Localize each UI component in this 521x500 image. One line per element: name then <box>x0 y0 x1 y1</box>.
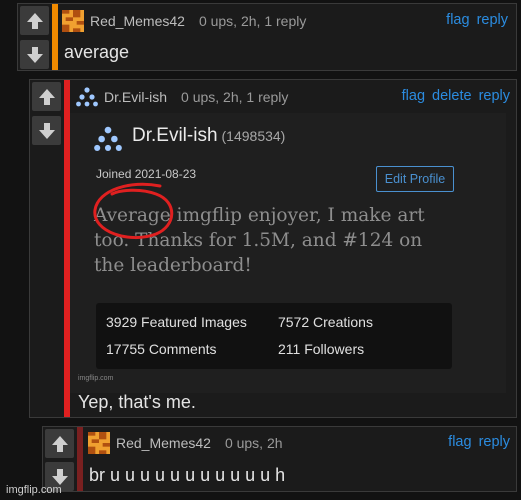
comment-actions: flag reply <box>446 12 508 28</box>
pixel-avatar-icon[interactable] <box>62 10 84 32</box>
comment-meta: 0 ups, 2h <box>224 435 283 451</box>
comment-header: Red_Memes42 0 ups, 2h, 1 reply <box>62 10 306 32</box>
edit-profile-button: Edit Profile <box>376 166 454 192</box>
downvote-button[interactable] <box>32 116 61 145</box>
comment-header: Dr.Evil-ish 0 ups, 2h, 1 reply <box>76 86 288 108</box>
comment-body: br u u u u u u u u u u u h <box>89 465 286 485</box>
profile-name: Dr.Evil-ish (1498534) <box>132 125 285 147</box>
profile-watermark: imgflip.com <box>78 375 114 382</box>
username-link[interactable]: Dr.Evil-ish <box>104 89 167 105</box>
arrow-up-icon <box>38 88 55 105</box>
upvote-button[interactable] <box>32 82 61 111</box>
comment-accent-bar <box>77 427 83 491</box>
comment-body: Yep, that's me. <box>78 392 196 412</box>
upvote-button[interactable] <box>20 6 49 35</box>
comment-actions: flag delete reply <box>402 88 510 104</box>
stat-creations: 7572 Creations <box>278 314 373 330</box>
profile-joined-date: Joined 2021-08-23 <box>96 167 197 181</box>
site-watermark: imgflip.com <box>6 484 62 496</box>
arrow-up-icon <box>26 12 43 29</box>
comment-header: Red_Memes42 0 ups, 2h <box>88 432 283 454</box>
comment-actions: flag reply <box>448 434 510 450</box>
vote-column <box>43 427 77 491</box>
delete-link[interactable]: delete <box>432 88 472 104</box>
triangle-logo-icon[interactable] <box>76 86 98 108</box>
arrow-down-icon <box>26 46 43 63</box>
flag-link[interactable]: flag <box>402 88 425 104</box>
flag-link[interactable]: flag <box>448 434 471 450</box>
profile-username: Dr.Evil-ish <box>132 125 218 146</box>
comment-meta: 0 ups, 2h, 1 reply <box>181 89 289 105</box>
reply-link[interactable]: reply <box>479 434 510 450</box>
comment-1: Red_Memes42 0 ups, 2h, 1 reply flag repl… <box>17 3 517 71</box>
arrow-up-icon <box>51 435 68 452</box>
comment-meta: 0 ups, 2h, 1 reply <box>198 13 307 29</box>
upvote-button[interactable] <box>45 429 74 458</box>
arrow-down-icon <box>38 122 55 139</box>
username-link[interactable]: Red_Memes42 <box>116 435 211 451</box>
profile-bio: Average imgflip enjoyer, I make art too.… <box>94 205 425 276</box>
pixel-avatar-icon[interactable] <box>88 432 110 454</box>
downvote-button[interactable] <box>20 40 49 69</box>
stat-featured-images: 3929 Featured Images <box>106 314 247 330</box>
triangle-logo-icon <box>94 126 122 151</box>
profile-id: (1498534) <box>221 128 286 144</box>
vote-column <box>30 80 64 417</box>
flag-link[interactable]: flag <box>446 12 469 28</box>
reply-link[interactable]: reply <box>479 88 510 104</box>
vote-column <box>18 4 52 70</box>
comment-accent-bar <box>52 4 58 70</box>
comment-3: Red_Memes42 0 ups, 2h flag reply br u u … <box>42 426 517 492</box>
comment-body: average <box>64 42 130 62</box>
embedded-profile-image: Dr.Evil-ish (1498534) Joined 2021-08-23 E… <box>70 113 506 393</box>
stat-comments: 17755 Comments <box>106 341 217 357</box>
reply-link[interactable]: reply <box>477 12 508 28</box>
username-link[interactable]: Red_Memes42 <box>90 13 185 29</box>
profile-stats-box: 3929 Featured Images 7572 Creations 1775… <box>96 303 452 369</box>
stat-followers: 211 Followers <box>278 341 365 357</box>
